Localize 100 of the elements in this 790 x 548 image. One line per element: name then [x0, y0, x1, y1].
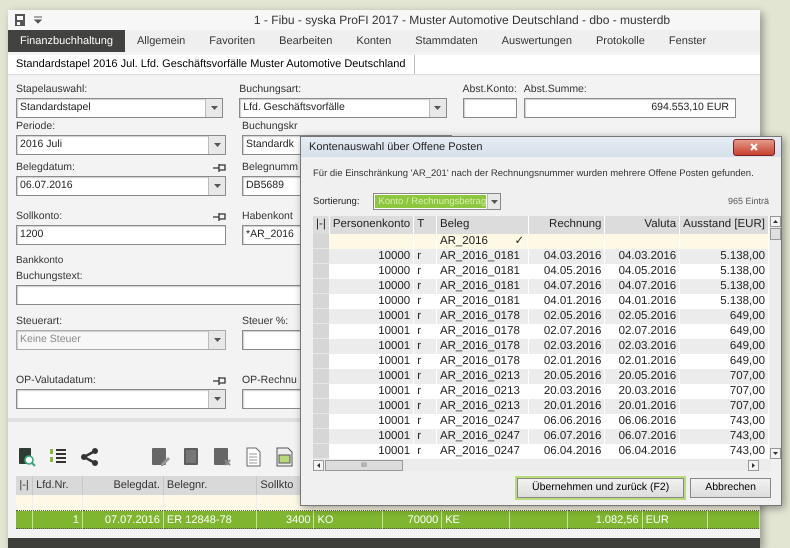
field-label: Belegnumm: [242, 160, 298, 175]
dropdown-toggle[interactable]: [208, 177, 225, 195]
field-label: Sortierung:: [313, 194, 360, 209]
table-cell: 06.07.2016: [618, 430, 676, 442]
table-cell: AR_2016_0178: [440, 340, 520, 352]
column-header[interactable]: Belegnr.: [163, 476, 257, 495]
dropdown-field[interactable]: 2016 Juli: [16, 135, 226, 155]
table-cell: AR_2016_0247: [440, 430, 520, 442]
table-cell: 3400: [286, 514, 310, 526]
table-cell: 743,00: [730, 445, 765, 457]
table-cell: 04.01.2016: [544, 295, 602, 307]
book-search-icon[interactable]: [18, 446, 38, 467]
menu-tab[interactable]: Stammdaten: [403, 30, 490, 52]
field-label: Stapelauswahl:: [16, 82, 88, 97]
scroll-left-button[interactable]: [313, 460, 324, 470]
table-cell: r: [417, 355, 422, 367]
table-cell: 10001: [378, 400, 410, 412]
table-cell: r: [417, 325, 422, 337]
section-label: Bankkonto: [16, 255, 64, 266]
menu-tab[interactable]: Favoriten: [197, 30, 268, 52]
dropdown-toggle[interactable]: [428, 99, 446, 117]
table-cell: 649,00: [730, 355, 765, 367]
menu-tab[interactable]: Protokolle: [584, 30, 657, 52]
caret-icon: [214, 143, 220, 147]
table-cell: 06.07.2016: [544, 430, 602, 442]
dropdown-toggle[interactable]: [205, 99, 222, 117]
vertical-scrollbar[interactable]: [770, 216, 781, 459]
column-header[interactable]: Beleg: [436, 216, 528, 234]
table-cell: 02.03.2016: [544, 340, 602, 352]
close-button[interactable]: [733, 138, 775, 156]
menu-tab[interactable]: Fenster: [656, 30, 718, 52]
dropdown-field[interactable]: Lfd. Geschäftsvorfälle: [239, 98, 446, 118]
text-field[interactable]: [462, 98, 517, 118]
field-label: Belegdatum:: [16, 160, 75, 175]
dropdown-icon[interactable]: [34, 16, 42, 24]
column-header[interactable]: Valuta: [604, 216, 680, 234]
scroll-down-button[interactable]: [770, 448, 781, 459]
cancel-button[interactable]: Abbrechen: [690, 478, 771, 498]
field-label: Buchungstext:: [16, 268, 83, 284]
text-field[interactable]: 694.553,10 EUR: [524, 98, 736, 118]
table-cell: AR_2016_0181: [440, 295, 520, 307]
dropdown-field[interactable]: 06.07.2016: [16, 176, 226, 196]
menu-tab[interactable]: Allgemein: [124, 30, 198, 52]
column-header[interactable]: Lfd.Nr.: [32, 476, 82, 495]
table-cell: 02.07.2016: [618, 325, 676, 337]
share-icon[interactable]: [80, 446, 100, 467]
filter-value: AR_2016: [440, 234, 488, 248]
column-chooser[interactable]: |-|: [16, 476, 33, 495]
accept-button[interactable]: Übernehmen und zurück (F2): [517, 478, 684, 498]
column-header[interactable]: Belegdat.: [82, 476, 164, 495]
column-header[interactable]: Ausstand [EUR]: [680, 216, 768, 234]
table-cell: 70000: [408, 514, 438, 526]
table-cell: 06.04.2016: [544, 445, 602, 457]
table-cell: AR_2016_0178: [440, 310, 520, 322]
table-cell: 10001: [378, 325, 410, 337]
dropdown-field[interactable]: [16, 389, 226, 409]
table-cell: KO: [317, 514, 334, 526]
scroll-thumb[interactable]: [770, 228, 781, 240]
table-cell: 02.01.2016: [544, 355, 602, 367]
table-cell: 10001: [378, 370, 410, 382]
book-edit-icon[interactable]: [151, 446, 171, 467]
book-delete-icon[interactable]: [213, 446, 233, 467]
table-cell: 02.01.2016: [618, 355, 676, 367]
table-cell: r: [417, 295, 422, 307]
down-arrow-icon: [773, 452, 778, 455]
dropdown-toggle[interactable]: [208, 136, 225, 154]
close-icon: [750, 143, 758, 151]
table-cell: r: [417, 250, 422, 262]
menu-tab[interactable]: Konten: [344, 30, 404, 52]
table-cell: r: [417, 385, 422, 397]
table-cell: 02.03.2016: [618, 340, 676, 352]
table-cell: 707,00: [730, 370, 765, 382]
dropdown-field[interactable]: Standardstapel: [16, 98, 224, 118]
dropdown-toggle[interactable]: [487, 194, 500, 210]
table-cell: 10001: [378, 340, 410, 352]
table-cell: 743,00: [730, 430, 765, 442]
menu-tab[interactable]: Finanzbuchhaltung: [8, 30, 125, 52]
info-message: Für die Einschränkung 'AR_201' nach der Rechnungsnummer wurden mehrere Offene Posten gefunden.: [312, 167, 755, 181]
table-cell: 20.05.2016: [544, 370, 602, 382]
table-cell: 10001: [378, 430, 410, 442]
table-cell: 04.01.2016: [618, 295, 676, 307]
table-cell: AR_2016_0181: [440, 250, 520, 262]
dropdown-toggle[interactable]: [208, 390, 225, 408]
text-field[interactable]: 1200: [16, 225, 226, 245]
scroll-right-button[interactable]: [748, 460, 759, 470]
field-label: Sollkonto:: [16, 208, 62, 224]
scroll-up-button[interactable]: [770, 216, 781, 228]
column-header[interactable]: Rechnung: [528, 216, 605, 234]
table-cell: 20.05.2016: [618, 370, 676, 382]
menu-tab[interactable]: Bearbeiten: [267, 30, 344, 52]
table-cell: 649,00: [730, 325, 765, 337]
column-header[interactable]: T: [414, 216, 436, 234]
field-label: Steuerart:: [16, 314, 62, 329]
table-cell: 649,00: [730, 310, 765, 322]
table-cell: AR_2016_0213: [440, 400, 520, 412]
menu-tab[interactable]: Auswertungen: [490, 30, 584, 52]
image-document-icon[interactable]: [275, 446, 295, 467]
column-header[interactable]: Personenkonto: [329, 216, 414, 234]
column-chooser[interactable]: |-|: [313, 216, 330, 234]
caret-icon: [214, 184, 220, 188]
